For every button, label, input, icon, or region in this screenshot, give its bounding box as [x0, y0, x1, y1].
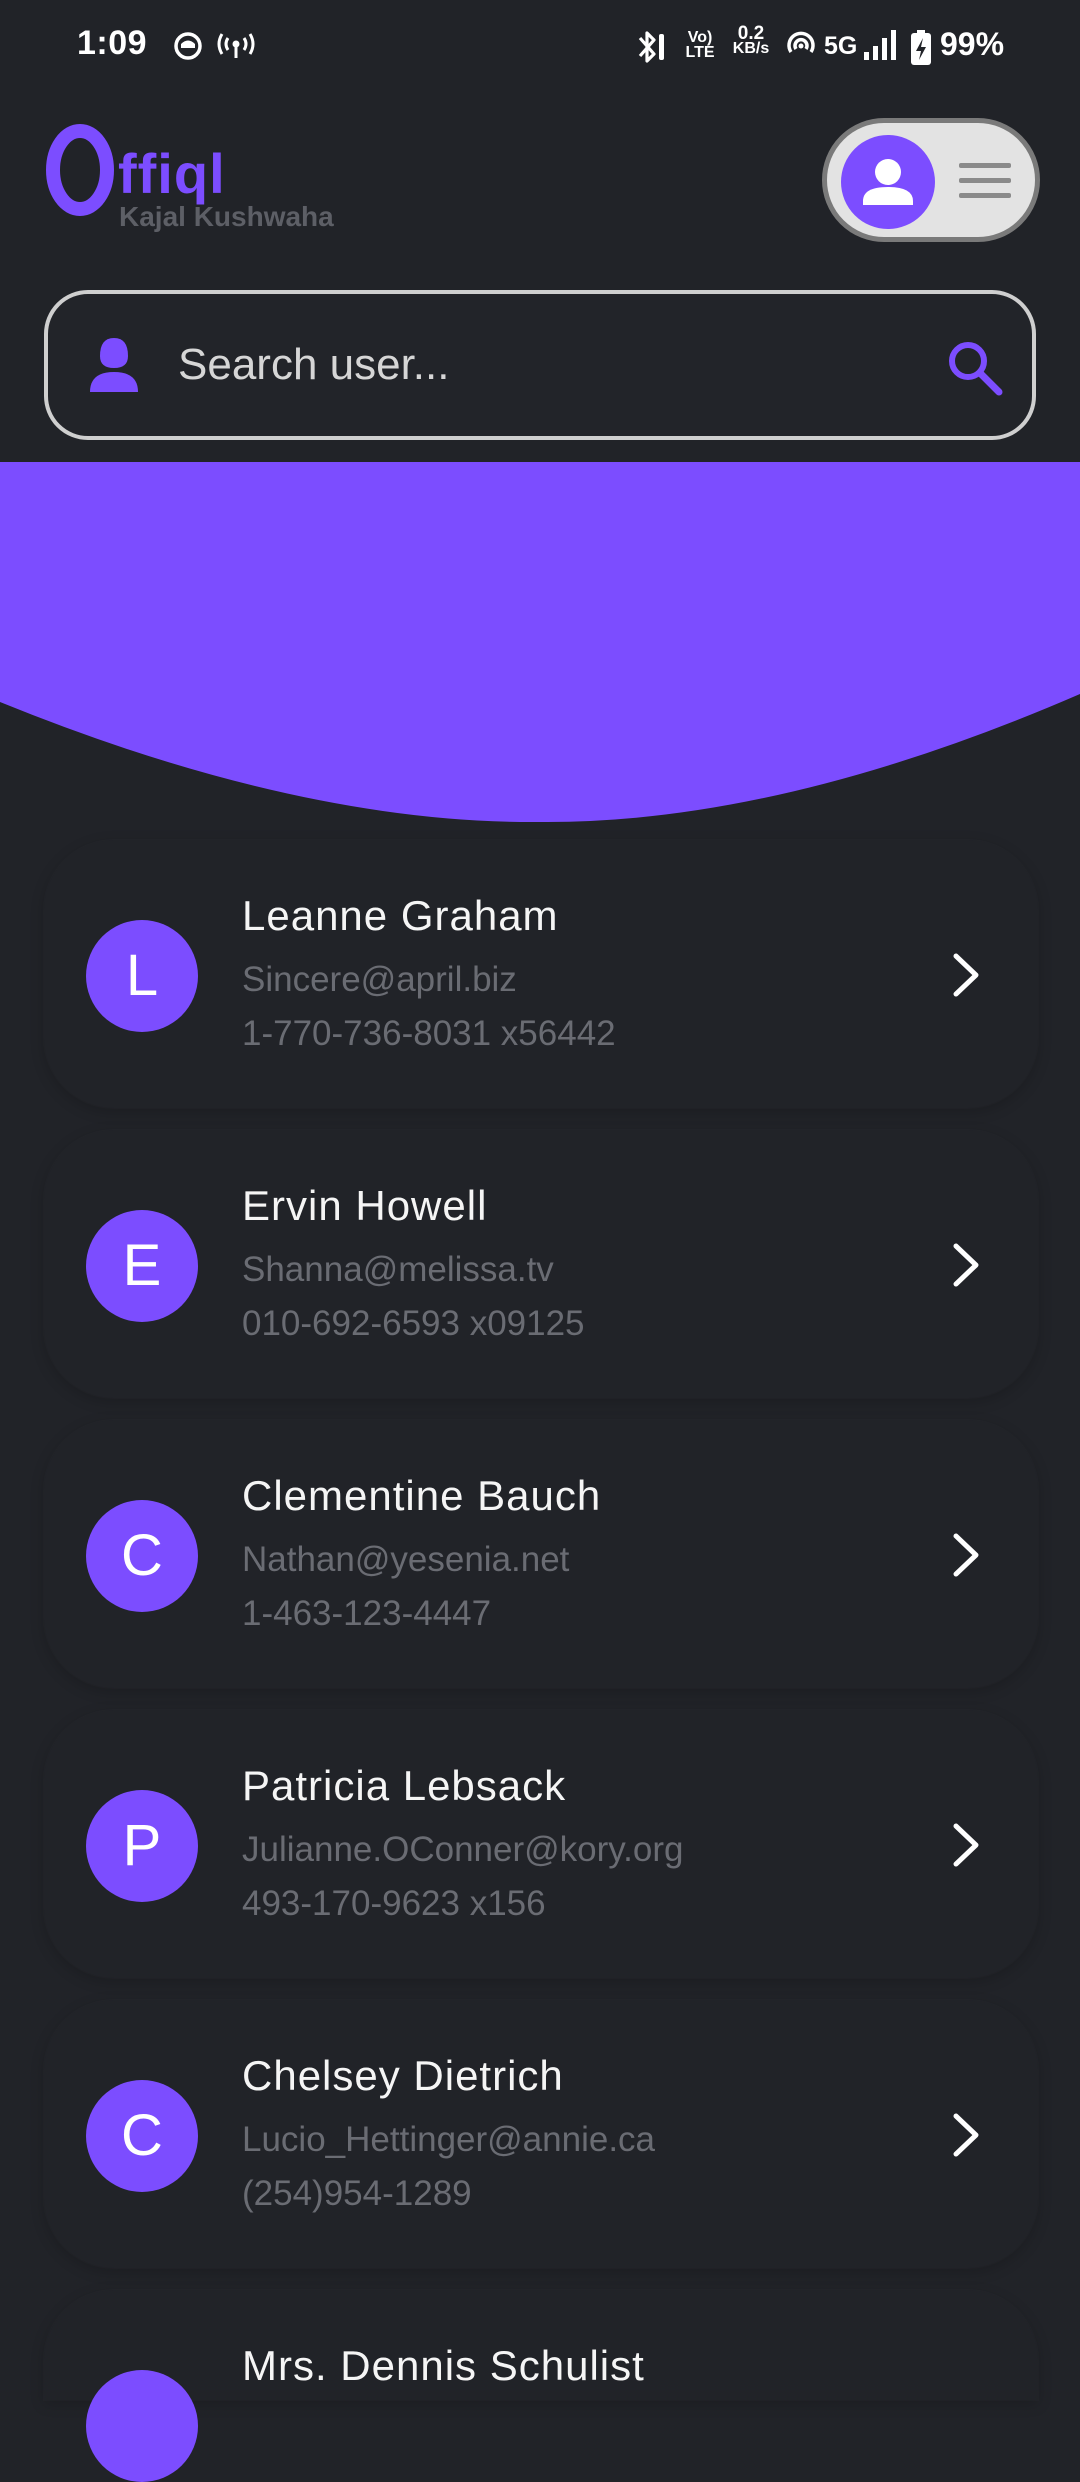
user-phone: 010-692-6593 x09125 — [242, 1304, 585, 1343]
user-card[interactable]: L Leanne Graham Sincere@april.biz 1-770-… — [44, 840, 1038, 1108]
user-email: Lucio_Hettinger@annie.ca — [242, 2120, 656, 2159]
user-avatar: P — [86, 1790, 198, 1902]
search-input[interactable] — [176, 320, 936, 410]
search-bar[interactable] — [44, 290, 1036, 440]
user-email: Shanna@melissa.tv — [242, 1250, 554, 1289]
user-name: Chelsey Dietrich — [242, 2052, 564, 2099]
user-avatar: C — [86, 1500, 198, 1612]
user-name: Patricia Lebsack — [242, 1762, 567, 1809]
profile-menu-toggle[interactable] — [822, 118, 1040, 242]
user-phone: (254)954-1289 — [242, 2174, 472, 2213]
network-type: 5G — [824, 32, 858, 60]
user-card[interactable]: C Chelsey Dietrich Lucio_Hettinger@annie… — [44, 2000, 1038, 2268]
user-name: Clementine Bauch — [242, 1472, 602, 1519]
bluetooth-icon — [638, 31, 664, 63]
profile-avatar[interactable] — [841, 135, 935, 229]
network-speed: 0.2 KB/s — [732, 23, 770, 57]
status-bar: 1:09 Vo) LTE 0.2 KB/s 5G 99% — [0, 0, 1080, 96]
user-email: Nathan@yesenia.net — [242, 1540, 570, 1579]
status-time: 1:09 — [77, 24, 148, 62]
chevron-right-icon[interactable] — [948, 950, 984, 1000]
user-name: Ervin Howell — [242, 1182, 488, 1229]
user-card[interactable]: E Ervin Howell Shanna@melissa.tv 010-692… — [44, 1130, 1038, 1398]
chevron-right-icon[interactable] — [948, 1820, 984, 1870]
battery-percent: 99% — [940, 26, 1005, 62]
user-card[interactable]: C Clementine Bauch Nathan@yesenia.net 1-… — [44, 1420, 1038, 1688]
user-name: Leanne Graham — [242, 892, 559, 939]
chevron-right-icon[interactable] — [948, 2110, 984, 2160]
logo-text: ffiql — [118, 142, 226, 205]
search-icon[interactable] — [943, 336, 1007, 400]
user-avatar: M — [86, 2370, 198, 2482]
user-phone: 1-770-736-8031 x56442 — [242, 1014, 616, 1053]
logo-initial — [46, 124, 114, 216]
notification-face-icon — [174, 32, 202, 60]
user-email: Sincere@april.biz — [242, 960, 517, 999]
user-name: Mrs. Dennis Schulist — [242, 2342, 645, 2389]
chevron-right-icon[interactable] — [948, 1530, 984, 1580]
user-card[interactable]: P Patricia Lebsack Julianne.OConner@kory… — [44, 1710, 1038, 1978]
user-phone: 493-170-9623 x156 — [242, 1884, 546, 1923]
logged-in-user-name: Kajal Kushwaha — [119, 201, 334, 232]
user-card[interactable]: M Mrs. Dennis Schulist — [44, 2290, 1038, 2482]
signal-icon — [864, 30, 896, 60]
person-icon — [863, 159, 913, 205]
header-banner — [0, 462, 1080, 823]
user-avatar: C — [86, 2080, 198, 2192]
hamburger-menu-icon[interactable] — [957, 159, 1013, 203]
battery-charging-icon — [911, 30, 931, 65]
volte-indicator: Vo) LTE — [685, 29, 715, 61]
user-avatar: L — [86, 920, 198, 1032]
user-phone: 1-463-123-4447 — [242, 1594, 492, 1633]
user-avatar: E — [86, 1210, 198, 1322]
user-icon — [90, 338, 138, 392]
user-email: Julianne.OConner@kory.org — [242, 1830, 684, 1869]
chevron-right-icon[interactable] — [948, 1240, 984, 1290]
hotspot-icon — [787, 31, 815, 53]
hotspot-broadcast-icon — [217, 33, 255, 58]
